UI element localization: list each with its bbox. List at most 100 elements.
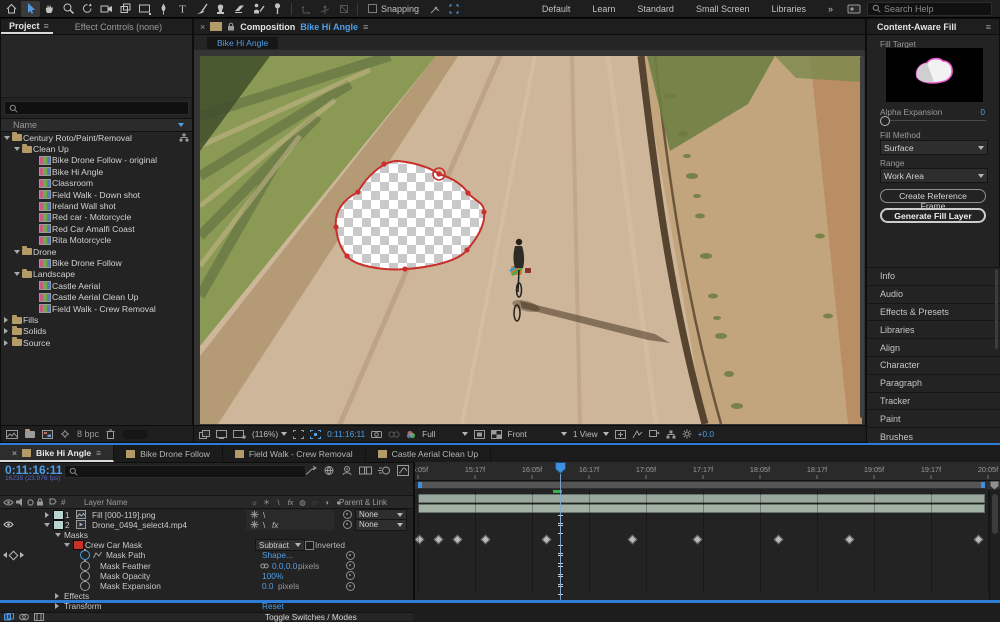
tool-puppet-pin[interactable] bbox=[268, 1, 287, 17]
workspace-small-screen[interactable]: Small Screen bbox=[685, 0, 761, 18]
layer-row-drone[interactable]: 2 Drone_0494_select4.mp4 \ fx None bbox=[0, 520, 413, 530]
channels-icon[interactable] bbox=[406, 430, 416, 439]
views-layout-menu[interactable]: 1 View bbox=[573, 429, 609, 439]
tool-pan-behind[interactable] bbox=[116, 1, 135, 17]
keyframe-diamond[interactable] bbox=[542, 535, 552, 545]
parent-link-column-header[interactable]: Parent & Link bbox=[339, 496, 387, 508]
snap-angle-icon[interactable] bbox=[425, 1, 444, 17]
media-browser-icon[interactable] bbox=[844, 1, 863, 17]
resolution-menu[interactable]: Full bbox=[422, 429, 467, 439]
layer-name-column-header[interactable]: Layer Name bbox=[84, 496, 128, 508]
viewer-timecode[interactable]: 0:11:16:11 bbox=[327, 429, 365, 439]
property-name[interactable]: Mask Path bbox=[106, 550, 145, 560]
folder-row-drone[interactable]: Drone bbox=[1, 246, 192, 257]
panel-tab-character[interactable]: Character bbox=[867, 356, 1000, 374]
stopwatch-icon[interactable] bbox=[80, 581, 90, 591]
viewer-tab-bike-hi-angle[interactable]: Bike Hi Angle bbox=[207, 37, 278, 49]
tool-brush[interactable] bbox=[192, 1, 211, 17]
interpret-footage-icon[interactable] bbox=[6, 430, 18, 439]
masks-group-row[interactable]: Masks bbox=[0, 530, 413, 540]
panel-tab-libraries[interactable]: Libraries bbox=[867, 320, 1000, 338]
transparency-grid-icon[interactable] bbox=[310, 430, 321, 439]
graph-editor-icon[interactable] bbox=[397, 465, 409, 476]
keyframe-diamond[interactable] bbox=[974, 535, 984, 545]
checkerboard-icon[interactable] bbox=[491, 430, 502, 439]
keyframe-diamond[interactable] bbox=[693, 535, 703, 545]
generate-fill-layer-button[interactable]: Generate Fill Layer bbox=[880, 208, 986, 223]
mask-feather-row[interactable]: Mask Feather 0.0,0.0 pixels bbox=[0, 561, 413, 571]
pickwhip-icon[interactable] bbox=[346, 582, 355, 591]
reset-exposure-icon[interactable] bbox=[682, 429, 692, 439]
panel-tab-effects-presets[interactable]: Effects & Presets bbox=[867, 303, 1000, 321]
tool-roto-brush[interactable] bbox=[249, 1, 268, 17]
comp-row-red-car-amalfi-coast[interactable]: Red Car Amalfi Coast bbox=[1, 223, 192, 234]
close-icon[interactable]: × bbox=[200, 22, 205, 32]
axis-view-icon[interactable] bbox=[334, 1, 353, 17]
sort-direction-icon[interactable] bbox=[178, 123, 184, 127]
playhead-line[interactable] bbox=[560, 462, 561, 603]
masks-group-label[interactable]: Masks bbox=[64, 530, 88, 540]
tab-effect-controls[interactable]: Effect Controls (none) bbox=[53, 22, 162, 32]
viewer-vertical-scrollbar[interactable] bbox=[860, 56, 864, 418]
help-search-field[interactable]: Search Help bbox=[867, 2, 992, 16]
comp-row-rita-motorcycle[interactable]: Rita Motorcycle bbox=[1, 235, 192, 246]
expand-in-out-icon[interactable] bbox=[34, 613, 44, 621]
comp-row-classroom[interactable]: Classroom bbox=[1, 178, 192, 189]
alpha-expansion-slider-knob[interactable] bbox=[880, 116, 890, 126]
workspace-default[interactable]: Default bbox=[531, 0, 582, 18]
keyframe-diamond[interactable] bbox=[481, 535, 491, 545]
pickwhip-icon[interactable] bbox=[343, 520, 352, 529]
mask-path-value[interactable]: Shape... bbox=[262, 550, 293, 560]
magnification-menu[interactable]: (116%) bbox=[252, 429, 287, 439]
expander-icon[interactable] bbox=[55, 603, 59, 609]
constrain-link-icon[interactable] bbox=[260, 561, 269, 571]
keyframe-diamond[interactable] bbox=[774, 535, 784, 545]
property-name[interactable]: Mask Expansion bbox=[100, 581, 161, 591]
panel-tab-paint[interactable]: Paint bbox=[867, 409, 1000, 427]
target-region-icon[interactable] bbox=[474, 430, 485, 439]
region-of-interest-icon[interactable] bbox=[293, 430, 304, 439]
mirror-viewer-icon[interactable] bbox=[233, 430, 246, 439]
alpha-expansion-slider-track[interactable] bbox=[880, 120, 986, 121]
expander-icon[interactable] bbox=[55, 593, 59, 599]
timeline-tab-field-walk-crew-removal[interactable]: Field Walk - Crew Removal bbox=[223, 445, 366, 462]
property-name[interactable]: Mask Feather bbox=[100, 561, 151, 571]
comp-marker-bin-icon[interactable] bbox=[990, 481, 999, 490]
folder-row-source[interactable]: Source bbox=[1, 337, 192, 348]
panel-menu-icon[interactable]: ≡ bbox=[96, 448, 101, 458]
quality-icon[interactable]: \ bbox=[263, 510, 265, 520]
motion-blur-icon[interactable] bbox=[378, 465, 391, 476]
pickwhip-icon[interactable] bbox=[346, 561, 355, 570]
scrollbar-thumb[interactable] bbox=[992, 494, 998, 534]
fill-method-select[interactable]: Surface bbox=[880, 140, 988, 155]
panel-stack-scrollbar[interactable] bbox=[995, 269, 998, 349]
flowchart-icon[interactable] bbox=[666, 430, 676, 439]
collapse-transformations-icon[interactable] bbox=[250, 510, 259, 520]
pixel-aspect-icon[interactable] bbox=[615, 430, 626, 439]
expander-icon[interactable] bbox=[44, 523, 50, 527]
view-menu[interactable]: Front bbox=[508, 429, 567, 439]
tool-selection[interactable] bbox=[21, 1, 40, 17]
timeline-tab-bike-drone-follow[interactable]: Bike Drone Follow bbox=[114, 445, 223, 462]
project-columns-header[interactable]: Name bbox=[1, 118, 192, 132]
workspace-standard[interactable]: Standard bbox=[626, 0, 685, 18]
panel-tab-align[interactable]: Align bbox=[867, 338, 1000, 356]
comp-row-castle-aerial-clean-up[interactable]: Castle Aerial Clean Up bbox=[1, 292, 192, 303]
color-depth-button[interactable]: 8 bpc bbox=[77, 429, 99, 439]
tool-eraser[interactable] bbox=[230, 1, 249, 17]
comp-row-ireland-wall-shot[interactable]: Ireland Wall shot bbox=[1, 200, 192, 211]
new-composition-icon[interactable] bbox=[42, 430, 53, 439]
trash-icon[interactable] bbox=[106, 429, 115, 439]
timeline-search-field[interactable] bbox=[64, 465, 306, 478]
property-name[interactable]: Mask Opacity bbox=[100, 571, 150, 581]
shy-layers-icon[interactable] bbox=[341, 465, 353, 476]
folder-row-landscape[interactable]: Landscape bbox=[1, 269, 192, 280]
tool-pen[interactable] bbox=[154, 1, 173, 17]
panel-tab-paragraph[interactable]: Paragraph bbox=[867, 374, 1000, 392]
mask-expansion-value[interactable]: 0.0 bbox=[262, 581, 274, 591]
fast-previews-icon[interactable] bbox=[632, 430, 643, 439]
panel-tab-tracker[interactable]: Tracker bbox=[867, 392, 1000, 410]
comp-row-bike-hi-angle[interactable]: Bike Hi Angle bbox=[1, 166, 192, 177]
track-vertical-scrollbar[interactable] bbox=[989, 490, 1000, 602]
comp-row-field-walk-down-shot[interactable]: Field Walk - Down shot bbox=[1, 189, 192, 200]
